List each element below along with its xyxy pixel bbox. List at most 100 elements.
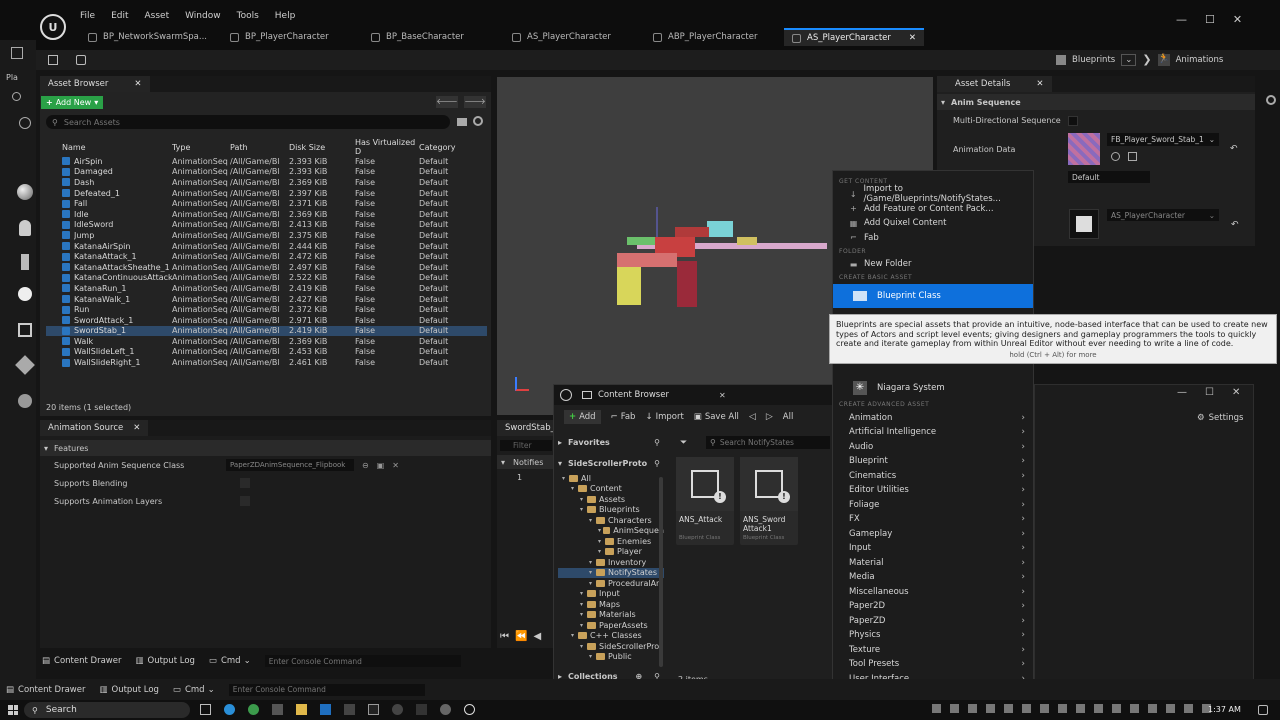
multi-directional-checkbox[interactable]: [1068, 116, 1078, 126]
close-icon[interactable]: ✕: [1232, 387, 1240, 398]
history-forward-icon[interactable]: ▷: [766, 412, 773, 422]
menu-help[interactable]: Help: [275, 11, 296, 21]
windows-start-icon[interactable]: [8, 705, 18, 715]
browse-asset-icon[interactable]: [1111, 152, 1120, 161]
menu-item[interactable]: ↓ Import to /Game/Blueprints/NotifyStates…: [833, 184, 1033, 204]
close-icon[interactable]: ✕: [719, 391, 726, 400]
app-icon[interactable]: [416, 704, 427, 715]
save-all-button[interactable]: ▣ Save All: [694, 412, 739, 422]
blueprints-mode-button[interactable]: Blueprints: [1072, 55, 1115, 65]
animation-source-tab[interactable]: Animation Source ✕: [40, 420, 149, 436]
table-row[interactable]: Defeated_1 AnimationSeq/All/Game/Bl 2.397 …: [46, 188, 487, 199]
tray-icon[interactable]: [986, 704, 995, 713]
table-row[interactable]: Walk AnimationSeq/All/Game/Bl 2.369 KiB Fal…: [46, 336, 487, 347]
close-icon[interactable]: ✕: [1036, 79, 1043, 89]
tray-icon[interactable]: [1076, 704, 1085, 713]
advanced-menu-item[interactable]: Miscellaneous ›: [833, 585, 1033, 600]
save-icon[interactable]: [11, 47, 23, 59]
advanced-menu-item[interactable]: PaperZD ›: [833, 614, 1033, 629]
task-view-icon[interactable]: [200, 704, 211, 715]
animations-mode-button[interactable]: Animations: [1176, 55, 1224, 65]
column-header-2[interactable]: Path: [230, 143, 289, 152]
store-icon[interactable]: [272, 704, 283, 715]
tree-scrollbar[interactable]: [659, 477, 663, 667]
forward-button[interactable]: 🡒: [464, 96, 486, 108]
folder-tree-item[interactable]: ▾ Materials: [558, 610, 664, 621]
default-field[interactable]: Default: [1068, 171, 1150, 183]
menu-file[interactable]: File: [80, 11, 95, 21]
unreal-taskbar-icon[interactable]: [464, 704, 475, 715]
reset-icon[interactable]: ↶: [1231, 220, 1239, 230]
content-drawer-button[interactable]: ▤ Content Drawer: [6, 685, 85, 695]
save-asset-icon[interactable]: [48, 55, 58, 65]
folder-tree-item[interactable]: ▾ AnimSequen: [558, 526, 664, 537]
menu-item[interactable]: ▦ Add Quixel Content: [833, 216, 1033, 231]
property-checkbox[interactable]: [240, 478, 250, 488]
advanced-menu-item[interactable]: Cinematics ›: [833, 469, 1033, 484]
clock[interactable]: 1:37 AM: [1208, 705, 1241, 714]
tray-icon[interactable]: [1112, 704, 1121, 713]
tray-icon[interactable]: [1022, 704, 1031, 713]
tray-icon[interactable]: [1130, 704, 1139, 713]
tray-icon[interactable]: [968, 704, 977, 713]
chrome-browser-icon[interactable]: [248, 704, 259, 715]
chevron-down-icon[interactable]: ⌄: [1121, 53, 1137, 66]
column-header-0[interactable]: Name: [46, 143, 172, 152]
fab-button[interactable]: ⌐ Fab: [611, 412, 636, 422]
tray-icon[interactable]: [1094, 704, 1103, 713]
asset-browser-tab[interactable]: Asset Browser ✕: [40, 76, 150, 92]
menu-window[interactable]: Window: [185, 11, 221, 21]
tab-3[interactable]: AS_PlayerCharacter: [504, 28, 642, 46]
tray-icon[interactable]: [1058, 704, 1067, 713]
taskbar-search-box[interactable]: ⚲ Search: [24, 702, 190, 718]
anim-sequence-class-dropdown[interactable]: PaperZDAnimSequence_Flipbook: [226, 459, 354, 471]
column-header-5[interactable]: Category: [419, 143, 479, 152]
advanced-menu-item[interactable]: Tool Presets ›: [833, 657, 1033, 672]
tab-1[interactable]: BP_PlayerCharacter: [222, 28, 360, 46]
browse-icon[interactable]: ⊖: [362, 461, 369, 470]
console-input[interactable]: [228, 683, 425, 696]
table-row[interactable]: IdleSword AnimationSeq/All/Game/Bl 2.413 K…: [46, 220, 487, 231]
folder-icon[interactable]: [457, 118, 467, 126]
history-back-icon[interactable]: ◁: [749, 412, 756, 422]
advanced-menu-item[interactable]: Editor Utilities ›: [833, 483, 1033, 498]
menu-asset[interactable]: Asset: [145, 11, 170, 21]
folder-tree-item[interactable]: ▾ Player: [558, 547, 664, 558]
edge-browser-icon[interactable]: [224, 704, 235, 715]
tab-2[interactable]: BP_BaseCharacter: [363, 28, 501, 46]
notify-tab[interactable]: SwordStab_1: [497, 420, 560, 436]
advanced-menu-item[interactable]: FX ›: [833, 512, 1033, 527]
notifystates-search-box[interactable]: ⚲: [706, 436, 830, 449]
steam-icon[interactable]: [392, 704, 403, 715]
advanced-menu-item[interactable]: Artificial Intelligence ›: [833, 425, 1033, 440]
tab-5[interactable]: AS_PlayerCharacter ✕: [784, 28, 924, 46]
character-icon[interactable]: [19, 220, 31, 236]
asset-tile[interactable]: ! ANS_Attack Blueprint Class: [676, 457, 734, 545]
asset-details-tab[interactable]: Asset Details ✕: [937, 76, 1052, 92]
advanced-menu-item[interactable]: Input ›: [833, 541, 1033, 556]
tray-icon[interactable]: [950, 704, 959, 713]
tab-4[interactable]: ABP_PlayerCharacter: [645, 28, 781, 46]
table-row[interactable]: Run AnimationSeq/All/Game/Bl 2.372 KiB Fals…: [46, 304, 487, 315]
use-selected-icon[interactable]: [1128, 152, 1137, 161]
filter-icon[interactable]: ⏷: [680, 438, 687, 448]
advanced-menu-item[interactable]: Blueprint ›: [833, 454, 1033, 469]
advanced-menu-item[interactable]: Paper2D ›: [833, 599, 1033, 614]
minimize-icon[interactable]: —: [1177, 387, 1187, 398]
sphere-icon[interactable]: [17, 184, 33, 200]
minimize-icon[interactable]: —: [1176, 13, 1187, 26]
table-row[interactable]: SwordAttack_1 AnimationSeq/All/Game/Bl 2.9…: [46, 315, 487, 326]
notifystates-search-input[interactable]: [719, 438, 820, 447]
right-edge-gear-icon[interactable]: [1266, 95, 1276, 105]
add-button[interactable]: + Add: [564, 410, 601, 424]
folder-tree-item[interactable]: ▾ Public: [558, 652, 664, 663]
app-icon[interactable]: [344, 704, 355, 715]
maximize-icon[interactable]: ☐: [1205, 13, 1215, 26]
advanced-menu-item[interactable]: Physics ›: [833, 628, 1033, 643]
browse-icon[interactable]: [76, 55, 86, 65]
folder-icon[interactable]: ▣: [377, 461, 385, 470]
tray-icon[interactable]: [1148, 704, 1157, 713]
table-row[interactable]: KatanaAirSpin AnimationSeq/All/Game/Bl 2.4…: [46, 241, 487, 252]
play-reverse-icon[interactable]: ◀: [533, 631, 541, 642]
tray-icon[interactable]: [1040, 704, 1049, 713]
